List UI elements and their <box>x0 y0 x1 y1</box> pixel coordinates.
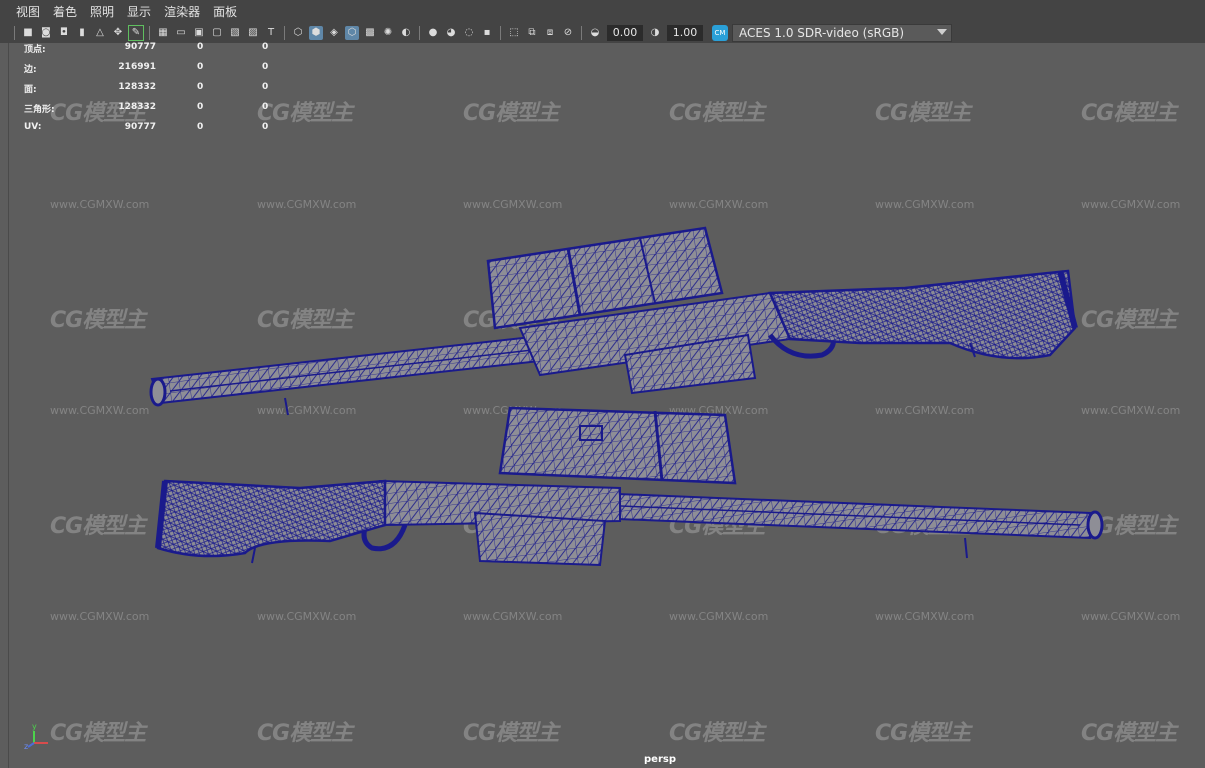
anti-aliasing-icon[interactable]: ◌ <box>462 26 476 40</box>
bookmark-icon[interactable]: ▮ <box>75 26 89 40</box>
toolbar-divider <box>284 25 285 40</box>
grid-icon[interactable]: ▦ <box>156 26 170 40</box>
toolbar-divider <box>581 25 582 40</box>
resolution-gate-icon[interactable]: ▣ <box>192 26 206 40</box>
xray-icon[interactable]: ⧉ <box>525 26 539 40</box>
rifle-muzzle <box>1086 510 1104 540</box>
hud-value: 0 <box>197 122 204 132</box>
hud-label: UV: <box>24 122 42 132</box>
hud-value: 128332 <box>118 102 156 112</box>
menu-panels[interactable]: 面板 <box>213 3 237 20</box>
hud-value: 0 <box>197 102 204 112</box>
hud-value: 0 <box>262 82 269 92</box>
hud-value: 90777 <box>124 122 156 132</box>
rifle-stock <box>768 269 1077 360</box>
safe-title-icon[interactable]: T <box>264 26 278 40</box>
hud-value: 0 <box>262 122 269 132</box>
gamma-icon[interactable]: ◑ <box>648 26 662 40</box>
camera-attributes-icon[interactable]: ◘ <box>57 26 71 40</box>
menu-show[interactable]: 显示 <box>127 3 151 20</box>
hud-value: 90777 <box>124 42 156 52</box>
two-d-pan-icon[interactable]: ✥ <box>111 26 125 40</box>
screen-space-ao-icon[interactable]: ● <box>426 26 440 40</box>
gate-mask-icon[interactable]: ▢ <box>210 26 224 40</box>
panel-toolbar: ■ ◙ ◘ ▮ △ ✥ ✎ ▦ ▭ ▣ ▢ ▧ ▨ T ⬡ ⬢ ◈ ⬡ ▩ ✺ … <box>0 22 1205 43</box>
hud-row-faces: 面: 128332 0 0 <box>24 82 284 102</box>
depth-of-field-icon[interactable]: ▪ <box>480 26 494 40</box>
toolbar-divider <box>419 25 420 40</box>
camera-name-label: persp <box>644 754 676 765</box>
image-plane-icon[interactable]: △ <box>93 26 107 40</box>
isolate-select-icon[interactable]: ⬚ <box>507 26 521 40</box>
hud-label: 边: <box>24 65 37 75</box>
hud-value: 0 <box>197 62 204 72</box>
axis-z-label: z <box>24 742 28 751</box>
hud-label: 顶点: <box>24 45 46 55</box>
lock-camera-icon[interactable]: ◙ <box>39 26 53 40</box>
hud-label: 三角形: <box>24 105 55 115</box>
menu-renderer[interactable]: 渲染器 <box>164 3 200 20</box>
axis-y-label: y <box>32 722 37 731</box>
rifle-magazine <box>473 511 607 567</box>
poly-count-hud: 顶点: 90777 0 0 边: 216991 0 0 面: 128332 0 … <box>24 42 284 142</box>
hud-row-uvs: UV: 90777 0 0 <box>24 122 284 142</box>
exposure-icon[interactable]: ◒ <box>588 26 602 40</box>
viewport-canvas[interactable]: y z <box>0 43 1205 768</box>
color-management-icon[interactable]: CM <box>712 24 728 41</box>
hud-value: 0 <box>262 102 269 112</box>
color-space-value: ACES 1.0 SDR-video (sRGB) <box>739 25 905 40</box>
hud-row-edges: 边: 216991 0 0 <box>24 62 284 82</box>
toolbar-divider <box>14 25 15 40</box>
smooth-shade-icon[interactable]: ⬢ <box>309 25 323 40</box>
textured-icon[interactable]: ▩ <box>363 26 377 40</box>
default-material-icon[interactable]: ◈ <box>327 26 341 40</box>
hud-value: 0 <box>197 42 204 52</box>
chevron-down-icon <box>937 28 947 35</box>
color-space-dropdown[interactable]: ACES 1.0 SDR-video (sRGB) <box>732 23 952 42</box>
rifle-scope <box>498 406 737 485</box>
shadows-icon[interactable]: ◐ <box>399 26 413 40</box>
hud-row-triangles: 三角形: 128332 0 0 <box>24 102 284 122</box>
toolbar-divider <box>149 25 150 40</box>
hud-value: 128332 <box>118 82 156 92</box>
use-all-lights-icon[interactable]: ✺ <box>381 26 395 40</box>
safe-action-icon[interactable]: ▨ <box>246 26 260 40</box>
field-chart-icon[interactable]: ▧ <box>228 26 242 40</box>
hud-value: 0 <box>197 82 204 92</box>
gamma-field[interactable]: 1.00 <box>667 24 703 41</box>
hud-row-vertices: 顶点: 90777 0 0 <box>24 42 284 62</box>
wireframe-icon[interactable]: ⬡ <box>291 26 305 40</box>
toolbar-divider <box>500 25 501 40</box>
xray-active-components-icon[interactable]: ⧈ <box>543 26 557 40</box>
rifle-muzzle <box>149 377 167 407</box>
axis-gizmo <box>27 731 48 748</box>
xray-joints-icon[interactable]: ⊘ <box>561 26 575 40</box>
motion-blur-icon[interactable]: ◕ <box>444 26 458 40</box>
menu-shading[interactable]: 着色 <box>53 3 77 20</box>
rifle-stock <box>156 479 387 558</box>
menu-bar: 视图 着色 照明 显示 渲染器 面板 <box>0 0 1205 22</box>
wireframe-on-shaded-icon[interactable]: ⬡ <box>345 25 359 40</box>
grease-pencil-icon[interactable]: ✎ <box>128 24 144 41</box>
film-gate-icon[interactable]: ▭ <box>174 26 188 40</box>
hud-label: 面: <box>24 85 37 95</box>
hud-value: 0 <box>262 62 269 72</box>
menu-lighting[interactable]: 照明 <box>90 3 114 20</box>
hud-value: 0 <box>262 42 269 52</box>
rifle-mesh-lower[interactable] <box>155 406 1104 567</box>
exposure-field[interactable]: 0.00 <box>607 24 643 41</box>
hud-value: 216991 <box>118 62 156 72</box>
rifle-mesh-upper[interactable] <box>149 226 1078 416</box>
menu-view[interactable]: 视图 <box>16 3 40 20</box>
select-camera-icon[interactable]: ■ <box>21 26 35 40</box>
